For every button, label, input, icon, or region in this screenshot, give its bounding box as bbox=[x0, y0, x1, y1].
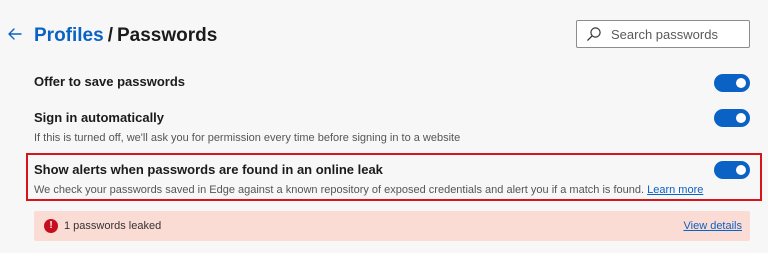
setting-title: Offer to save passwords bbox=[34, 74, 185, 89]
search-box[interactable] bbox=[576, 20, 750, 48]
back-button[interactable] bbox=[4, 23, 26, 45]
setting-description-text: We check your passwords saved in Edge ag… bbox=[34, 184, 645, 196]
breadcrumb-profiles-link[interactable]: Profiles bbox=[34, 25, 104, 46]
toggle-knob bbox=[736, 113, 746, 123]
leak-banner: ! 1 passwords leaked View details bbox=[34, 211, 750, 241]
setting-offer-to-save: Offer to save passwords bbox=[34, 74, 750, 92]
search-icon bbox=[586, 26, 606, 42]
page-title: Passwords bbox=[116, 25, 218, 46]
error-icon: ! bbox=[44, 219, 58, 233]
setting-description: If this is turned off, we'll ask you for… bbox=[34, 132, 461, 144]
setting-title: Sign in automatically bbox=[34, 110, 165, 125]
toggle-knob bbox=[736, 78, 746, 88]
offer-to-save-toggle[interactable] bbox=[714, 74, 750, 92]
setting-leak-alerts: Show alerts when passwords are found in … bbox=[34, 161, 750, 198]
toggle-knob bbox=[736, 165, 746, 175]
leak-alerts-toggle[interactable] bbox=[714, 161, 750, 179]
arrow-left-icon bbox=[8, 28, 22, 40]
setting-title: Show alerts when passwords are found in … bbox=[34, 162, 383, 177]
sign-in-automatically-toggle[interactable] bbox=[714, 109, 750, 127]
search-input[interactable] bbox=[611, 26, 741, 42]
leak-count-text: 1 passwords leaked bbox=[64, 220, 162, 232]
breadcrumb: Profiles / Passwords bbox=[34, 24, 217, 48]
setting-sign-in-automatically: Sign in automatically If this is turned … bbox=[34, 109, 750, 146]
breadcrumb-separator: / bbox=[107, 25, 113, 46]
learn-more-link[interactable]: Learn more bbox=[647, 184, 703, 196]
setting-description: We check your passwords saved in Edge ag… bbox=[34, 183, 750, 197]
view-details-link[interactable]: View details bbox=[684, 219, 743, 233]
